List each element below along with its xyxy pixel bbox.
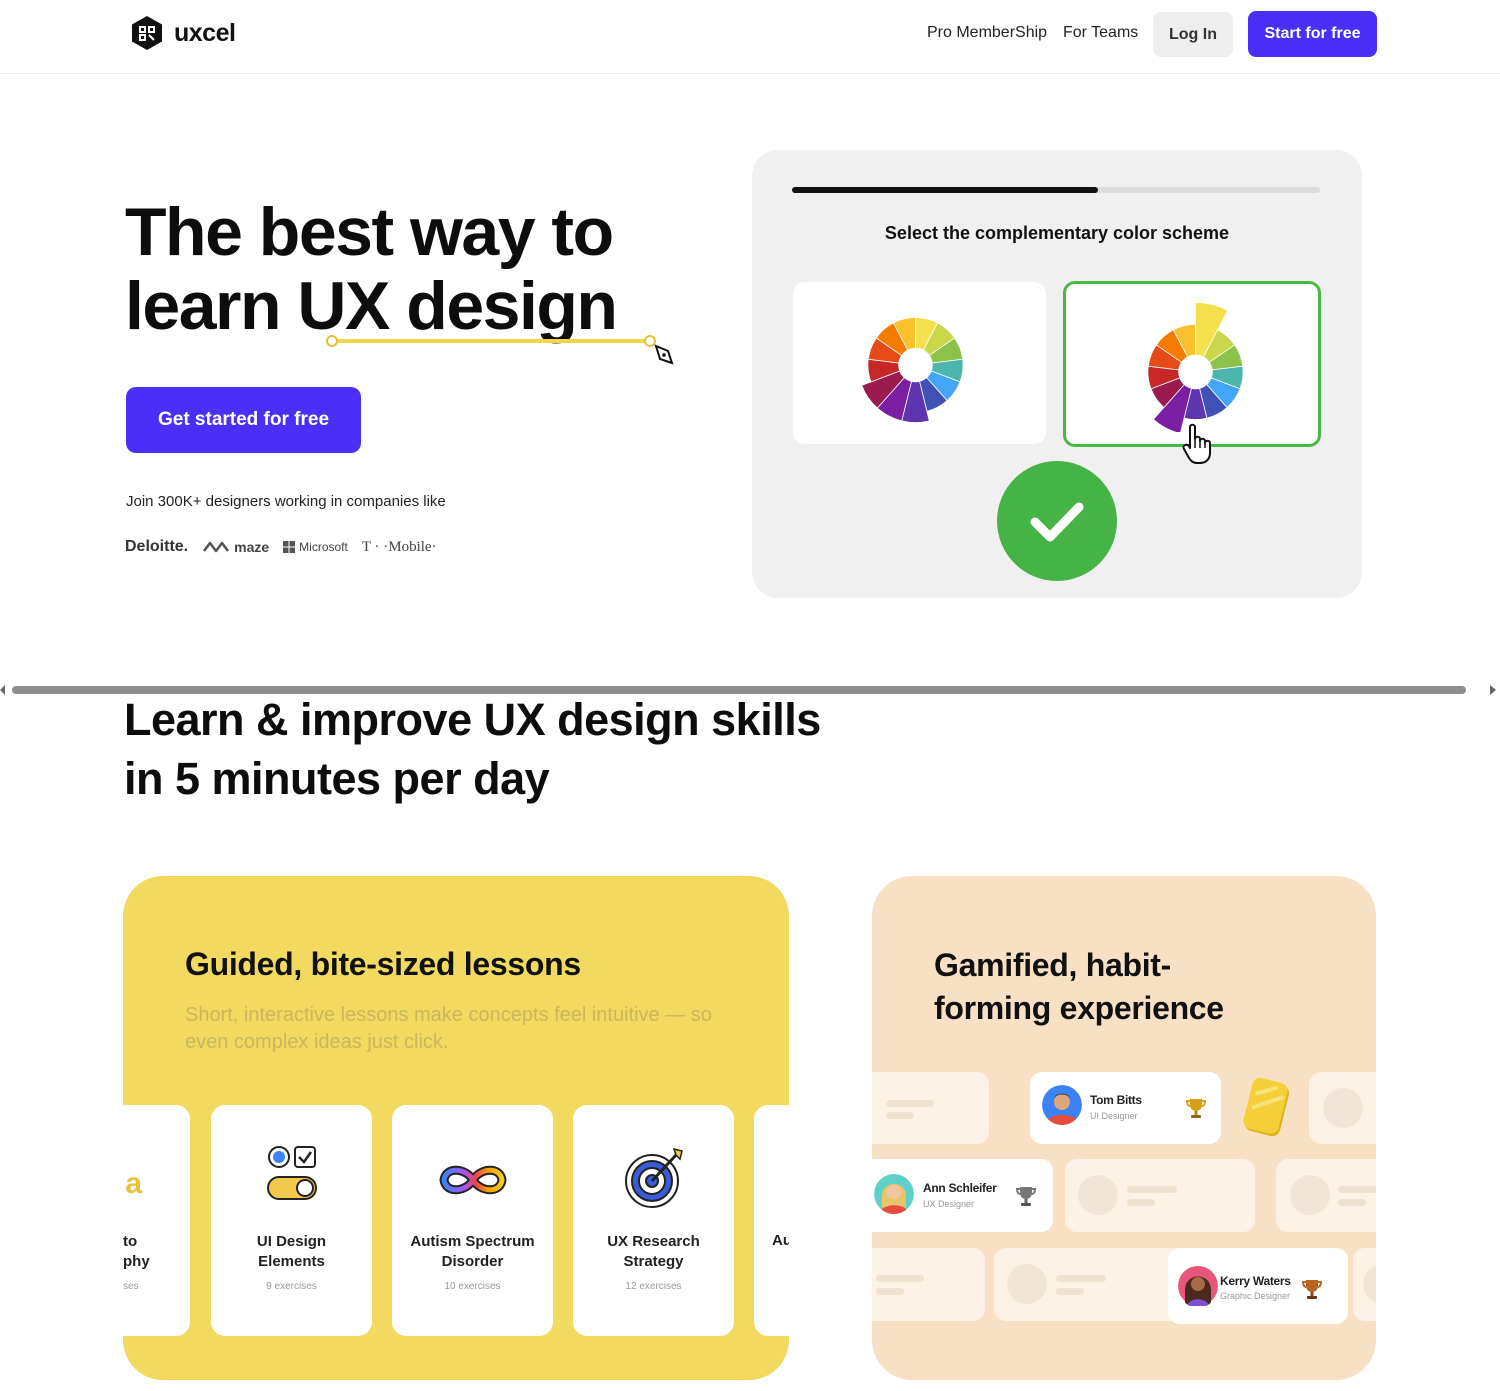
lesson-card-autism-spectrum-disorder[interactable]: Autism Spectrum Disorder 10 exercises [392,1105,553,1336]
hero-title: The best way to learn UX design [125,194,618,343]
lesson-exercise-count: 10 exercises [444,1281,501,1292]
lesson-card-partial[interactable]: Au [754,1105,789,1336]
lesson-name: UI Design Elements [211,1232,372,1272]
lesson-exercise-count: 12 exercises [625,1281,682,1292]
top-nav: uxcel Pro MemberShip For Teams Log In St… [0,0,1500,74]
gold-coin-icon [1243,1077,1290,1137]
quiz-question: Select the complementary color scheme [884,223,1230,243]
lesson-card-ux-research-strategy[interactable]: UX Research Strategy 12 exercises [573,1105,734,1336]
lesson-name: UX Research Strategy [573,1232,734,1272]
leaderboard-placeholder [872,1072,989,1144]
microsoft-icon [283,541,296,553]
logo[interactable]: uxcel [129,15,236,51]
lesson-name-line2: Disorder [441,1253,504,1270]
scroll-left-arrow-icon[interactable] [0,685,5,695]
section-title-line1: Learn & improve UX design skills [124,694,821,745]
nav-link-for-teams[interactable]: For Teams [1063,24,1138,42]
hand-cursor-icon [1182,423,1211,464]
quiz-progress-fill [792,187,1099,193]
lesson-name: to [123,1233,138,1250]
brand-name: uxcel [174,18,236,47]
leaderboard-placeholder [1276,1159,1376,1232]
gamified-title-line2: forming experience [934,990,1224,1026]
avatar [874,1174,914,1214]
lesson-name-line1: UX Research [607,1233,700,1250]
maze-logo: maze [202,539,269,555]
quiz-option-a[interactable] [793,282,1046,444]
lesson-exercise-count: 9 exercises [266,1281,317,1292]
leaderboard-placeholder [1065,1159,1255,1232]
guided-subtitle: Short, interactive lessons make concepts… [185,1004,712,1053]
guided-lessons-card: Guided, bite-sized lessons Short, intera… [123,876,789,1380]
lesson-card-partial[interactable]: a to phy ses [123,1105,190,1336]
gold-trophy-icon [1185,1099,1207,1118]
social-proof-text: Join 300K+ designers working in companie… [126,493,446,510]
gamified-title: Gamified, habit- forming experience [934,944,1224,1030]
correct-answer-badge [997,461,1117,581]
maze-text: maze [234,539,270,555]
toggle-checkbox-icon [266,1146,317,1200]
lesson-name: phy [123,1253,150,1270]
company-logos: Deloitte. maze Microsoft T · ·Mobile· [125,538,437,556]
leaderboard-placeholder [1309,1072,1376,1144]
gamified-card: Gamified, habit- forming experience Tom … [872,876,1376,1380]
person-role: Graphic Designer [1220,1291,1291,1301]
hero-title-line1: The best way to [125,194,614,270]
microsoft-logo: Microsoft [283,540,348,554]
lesson-count: ses [123,1281,139,1292]
scroll-right-arrow-icon[interactable] [1490,685,1496,695]
uxcel-logo-icon [132,16,162,50]
person-role: UI Designer [1090,1111,1138,1121]
complementary-wheel-icon [1147,302,1244,432]
nav-link-pro-membership[interactable]: Pro MemberShip [927,24,1047,42]
tmobile-logo: T · ·Mobile· [361,538,437,555]
silver-trophy-icon [1015,1187,1037,1206]
lesson-name: Autism Spectrum Disorder [392,1232,553,1272]
quiz-progress-bar [792,187,1320,193]
maze-icon [203,541,230,553]
person-name: Ann Schleifer [923,1181,997,1195]
leaderboard-placeholder [1353,1248,1376,1321]
person-name: Kerry Waters [1220,1274,1291,1288]
person-name: Tom Bitts [1090,1093,1142,1107]
avatar [1042,1085,1082,1125]
bronze-trophy-icon [1301,1280,1323,1299]
guided-title: Guided, bite-sized lessons [185,946,581,982]
lesson-name: Au [772,1232,789,1249]
lesson-name-line2: Strategy [623,1253,684,1270]
pen-underline-icon [326,335,674,365]
typography-icon: a [125,1167,142,1200]
lesson-name-line2: Elements [258,1253,325,1270]
section-title-line2: in 5 minutes per day [124,753,550,804]
color-wheel-icon [861,317,964,423]
leaderboard-entry-ann-schleifer[interactable]: Ann Schleifer UX Designer [872,1159,1053,1232]
leaderboard-entry-kerry-waters[interactable]: Kerry Waters Graphic Designer [1168,1248,1348,1324]
checkmark-icon [1030,502,1084,542]
microsoft-text: Microsoft [299,540,348,554]
deloitte-logo: Deloitte. [125,538,189,555]
infinity-icon [439,1165,506,1195]
login-button[interactable]: Log In [1153,12,1233,57]
section-title: Learn & improve UX design skills in 5 mi… [124,690,821,808]
lesson-name-line1: UI Design [256,1233,327,1250]
person-role: UX Designer [923,1199,975,1209]
start-free-button[interactable]: Start for free [1248,11,1377,57]
leaderboard-placeholder [994,1248,1186,1321]
get-started-button[interactable]: Get started for free [126,387,361,453]
leaderboard-placeholder [872,1248,985,1321]
lesson-name-line1: Autism Spectrum [410,1233,535,1250]
lesson-card-ui-design-elements[interactable]: UI Design Elements 9 exercises [211,1105,372,1336]
target-icon [624,1147,683,1208]
avatar [1178,1266,1218,1306]
quiz-card: Select the complementary color scheme [752,150,1362,598]
gamified-title-line1: Gamified, habit- [934,947,1171,983]
leaderboard-entry-tom-bitts[interactable]: Tom Bitts UI Designer [1030,1072,1221,1144]
